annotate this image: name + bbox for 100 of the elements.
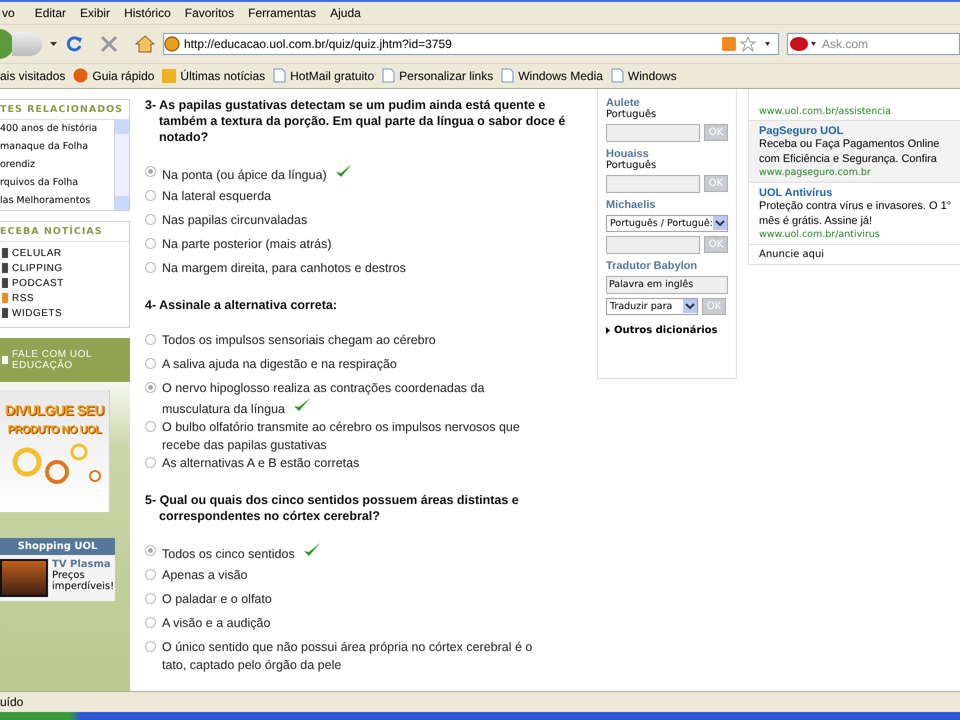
forward-button[interactable]: [12, 32, 42, 56]
bookmark-link[interactable]: Windows Media: [501, 68, 603, 84]
menu-item[interactable]: Exibir: [80, 6, 122, 20]
news-link[interactable]: CELULAR: [0, 246, 129, 261]
word-field[interactable]: [606, 236, 700, 254]
shopping-title: Shopping UOL: [0, 538, 115, 555]
ad-url[interactable]: www.pagseguro.com.br: [759, 166, 960, 178]
dictionary-language: Português: [606, 108, 658, 120]
globe-icon: [73, 68, 88, 84]
bookmark-link[interactable]: Guia rápido: [73, 68, 154, 84]
bookmark-link[interactable]: HotMail gratuito: [273, 68, 374, 84]
radio-button[interactable]: [145, 640, 156, 652]
radio-button[interactable]: [145, 334, 156, 345]
menu-item[interactable]: Ferramentas: [248, 6, 328, 20]
bookmark-link[interactable]: ais visitados: [0, 68, 66, 83]
radio-button[interactable]: [145, 190, 156, 201]
word-field[interactable]: Palavra em inglês: [606, 276, 728, 294]
question-title: 3- As papilas gustativas detectam se um pudim ainda está quente e também a textura da porção. Em qual parte da língua o sabor doce é notado?: [145, 96, 566, 145]
radio-button[interactable]: [145, 358, 156, 369]
dictionary-language: Português: [606, 160, 658, 171]
radio-button[interactable]: [145, 544, 156, 556]
answer-option: Na margem direita, para canhotos e destros: [162, 258, 552, 277]
news-link[interactable]: PODCAST: [0, 276, 129, 291]
dictionary-name: Houaiss: [606, 148, 650, 160]
ad-title[interactable]: UOL Antivírus: [759, 186, 960, 199]
page-icon: [501, 68, 514, 84]
language-select[interactable]: Traduzir para: [606, 298, 698, 315]
site-icon: [164, 36, 180, 52]
menu-item[interactable]: Favoritos: [184, 6, 246, 20]
word-field[interactable]: [606, 124, 700, 142]
radio-button[interactable]: [145, 456, 156, 468]
answer-option: O bulbo olfatório transmite ao cérebro os impulsos nervosos que recebe das papilas gustativas: [162, 418, 552, 454]
site-link[interactable]: las Melhoramentos: [0, 192, 114, 210]
news-icon: [2, 308, 8, 318]
news-icon: [2, 263, 8, 274]
status-text: uído: [0, 695, 24, 710]
dictionary-name: Michaelis: [606, 198, 657, 211]
radio-button[interactable]: [145, 616, 156, 628]
answer-option: Na ponta (ou ápice da língua): [162, 162, 552, 184]
news-link[interactable]: CLIPPING: [0, 260, 129, 276]
product-text: Preços imperdíveis!: [52, 570, 115, 592]
search-engine-icon: [788, 36, 818, 52]
star-icon[interactable]: [740, 36, 756, 52]
radio-button[interactable]: [145, 166, 156, 177]
check-icon: [293, 396, 311, 413]
home-icon[interactable]: [135, 34, 155, 53]
site-link[interactable]: rquivos da Folha: [0, 174, 114, 192]
radio-button[interactable]: [145, 214, 156, 225]
reload-icon[interactable]: [65, 34, 83, 53]
bookmark-link[interactable]: Windows: [610, 68, 677, 84]
product-link[interactable]: TV Plasma: [52, 558, 115, 570]
language-select[interactable]: Português / Portuguê:: [606, 214, 728, 232]
page-icon: [273, 68, 286, 84]
news-link[interactable]: WIDGETS: [0, 306, 129, 321]
radio-button[interactable]: [145, 382, 156, 393]
news-icon: [2, 248, 8, 258]
word-field[interactable]: [606, 174, 700, 193]
menu-item[interactable]: Histórico: [124, 6, 183, 20]
answer-option: Todos os cinco sentidos: [162, 542, 552, 563]
check-icon: [302, 542, 321, 558]
answer-option: Apenas a visão: [162, 566, 552, 584]
page-icon: [610, 68, 624, 84]
site-link[interactable]: manaque da Folha: [0, 138, 114, 156]
radio-button[interactable]: [145, 238, 156, 249]
site-link[interactable]: 400 anos de história: [0, 120, 114, 138]
bookmark-link[interactable]: Últimas notícias: [162, 68, 266, 83]
ad-text: Receba ou Faça Pagamentos Online com Eficiência e Segurança. Confira: [759, 136, 940, 167]
menu-item[interactable]: vo: [2, 6, 33, 20]
answer-option: A saliva ajuda na digestão e na respiração: [162, 354, 552, 373]
dropdown-icon[interactable]: [50, 42, 57, 46]
radio-button[interactable]: [145, 568, 156, 580]
answer-option: A visão e a audição: [162, 614, 552, 632]
dropdown-icon: [683, 299, 697, 314]
menu-item[interactable]: Ajuda: [330, 6, 373, 20]
section-title: ECEBA NOTÍCIAS: [0, 222, 129, 242]
bookmark-link[interactable]: Personalizar links: [382, 68, 494, 84]
scrollbar[interactable]: [114, 120, 129, 210]
answer-option: Nas papilas circunvaladas: [162, 210, 552, 229]
radio-button[interactable]: [145, 592, 156, 604]
rss-icon: [162, 68, 176, 83]
ad-title[interactable]: PagSeguro UOL: [759, 124, 960, 137]
site-link[interactable]: orendiz: [0, 156, 114, 174]
advertise-link[interactable]: Anuncie aqui: [748, 244, 960, 265]
answer-option: Na lateral esquerda: [162, 186, 552, 205]
more-link[interactable]: Outros dicionários: [606, 324, 728, 336]
answer-option: O nervo hipoglosso realiza as contrações coordenadas da musculatura da língua: [162, 378, 552, 418]
search-field[interactable]: Ask.com: [787, 32, 960, 55]
dropdown-icon: [713, 216, 727, 230]
news-icon: [2, 293, 8, 304]
ad-url[interactable]: www.uol.com.br/antivirus: [759, 228, 960, 240]
stop-icon[interactable]: [99, 34, 119, 53]
radio-button[interactable]: [145, 262, 156, 273]
question-title: 5- Qual ou quais dos cinco sentidos possuem áreas distintas e correspondentes no córtex cerebral?: [145, 492, 520, 524]
address-field[interactable]: http://educacao.uol.com.br/quiz/quiz.jhtm?id=3759: [163, 32, 779, 55]
ad-url[interactable]: www.uol.com.br/assistencia: [759, 106, 891, 117]
tv-photo-placeholder: [0, 558, 48, 597]
menu-item[interactable]: Editar: [34, 6, 78, 20]
answer-option: As alternativas A e B estão corretas: [162, 454, 552, 472]
radio-button[interactable]: [145, 420, 156, 432]
news-link[interactable]: RSS: [0, 290, 129, 306]
